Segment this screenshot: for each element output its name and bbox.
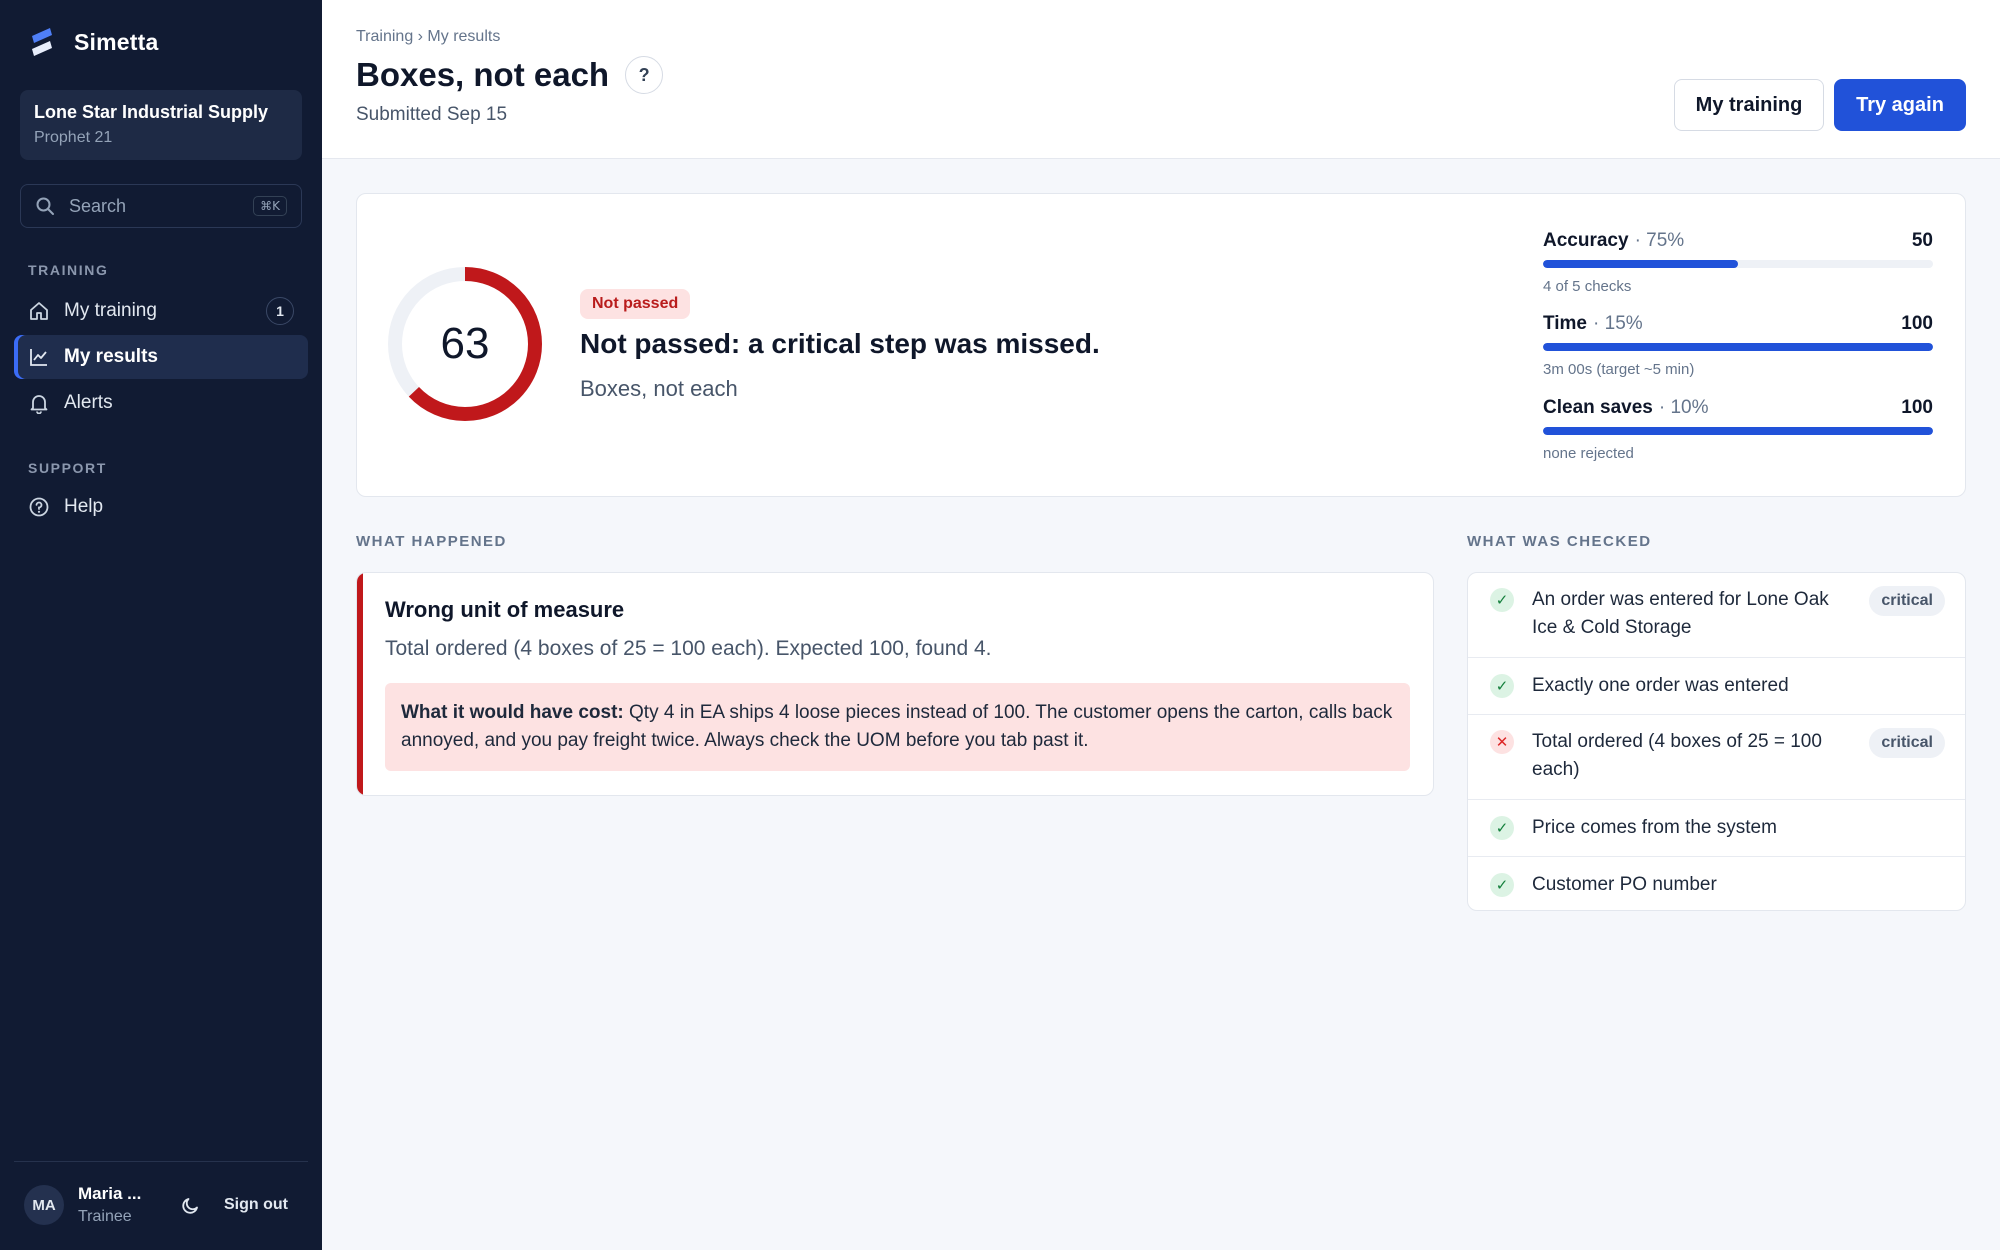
sidebar: Simetta Lone Star Industrial Supply Prop… bbox=[0, 0, 322, 1250]
metric-time: Time · 15% 100 3m 00s (target ~5 min) bbox=[1543, 313, 1933, 378]
brand[interactable]: Simetta bbox=[28, 26, 158, 58]
check-icon: ✓ bbox=[1490, 674, 1514, 698]
sidebar-item-label: Help bbox=[64, 496, 104, 517]
list-item: ✓ Exactly one order was entered bbox=[1468, 658, 1965, 715]
avatar[interactable]: MA bbox=[24, 1185, 64, 1225]
metric-note: none rejected bbox=[1543, 445, 1634, 462]
issue-title: Wrong unit of measure bbox=[385, 597, 625, 622]
critical-badge: critical bbox=[1869, 728, 1945, 758]
search-placeholder: Search bbox=[69, 195, 127, 216]
score-card: 63 Not passed Not passed: a critical ste… bbox=[356, 193, 1966, 497]
user-role: Trainee bbox=[78, 1208, 132, 1225]
help-circle-icon bbox=[29, 497, 49, 517]
issue-description: Total ordered (4 boxes of 25 = 100 each)… bbox=[385, 637, 992, 660]
metric-bar bbox=[1543, 427, 1933, 435]
search-icon bbox=[36, 197, 54, 215]
issue-card: Wrong unit of measure Total ordered (4 b… bbox=[356, 572, 1434, 796]
help-button[interactable]: ? bbox=[625, 56, 664, 94]
x-icon: ✕ bbox=[1490, 730, 1514, 754]
check-text: Total ordered (4 boxes of 25 = 100 each) bbox=[1532, 731, 1822, 780]
checks-list: ✓ An order was entered for Lone Oak Ice … bbox=[1467, 572, 1966, 911]
org-name: Lone Star Industrial Supply bbox=[34, 102, 269, 122]
search-shortcut: ⌘K bbox=[253, 196, 287, 216]
check-icon: ✓ bbox=[1490, 816, 1514, 840]
brand-name: Simetta bbox=[74, 28, 159, 55]
score-value: 63 bbox=[440, 319, 490, 368]
status-badge: Not passed bbox=[580, 289, 691, 319]
check-icon: ✓ bbox=[1490, 873, 1514, 897]
metric-note: 3m 00s (target ~5 min) bbox=[1543, 361, 1695, 378]
check-text: Customer PO number bbox=[1532, 874, 1717, 895]
sidebar-item-label: Alerts bbox=[64, 392, 113, 413]
metric-note: 4 of 5 checks bbox=[1543, 278, 1632, 295]
simetta-logo-icon bbox=[32, 28, 52, 56]
sidebar-item-help[interactable]: Help bbox=[14, 485, 308, 529]
metric-clean-saves: Clean saves · 10% 100 none rejected bbox=[1543, 397, 1933, 462]
check-text: Price comes from the system bbox=[1532, 817, 1777, 838]
sidebar-item-my-results[interactable]: My results bbox=[14, 335, 308, 379]
home-icon bbox=[30, 302, 48, 320]
metric-score: 100 bbox=[1901, 313, 1933, 334]
result-headline: Not passed: a critical step was missed. bbox=[580, 328, 1100, 359]
metric-weight: · 10% bbox=[1658, 397, 1709, 418]
user-name: Maria ... bbox=[78, 1184, 142, 1203]
metric-name: Clean saves bbox=[1543, 397, 1653, 418]
nav-section-support: SUPPORT bbox=[28, 460, 107, 476]
page-header: Training › My results Boxes, not each ? … bbox=[322, 0, 2000, 159]
metric-bar bbox=[1543, 343, 1933, 351]
page-title: Boxes, not each bbox=[356, 56, 610, 93]
org-system: Prophet 21 bbox=[34, 129, 113, 146]
metric-score: 50 bbox=[1911, 230, 1933, 251]
what-was-checked-label: WHAT WAS CHECKED bbox=[1467, 533, 1652, 550]
bell-icon bbox=[30, 395, 48, 414]
nav-section-training: TRAINING bbox=[28, 262, 109, 278]
check-text: Exactly one order was entered bbox=[1532, 675, 1789, 696]
sidebar-divider bbox=[14, 1161, 308, 1162]
check-icon: ✓ bbox=[1490, 588, 1514, 612]
cost-callout: What it would have cost: Qty 4 in EA shi… bbox=[385, 683, 1410, 771]
sidebar-item-label: My results bbox=[64, 346, 158, 367]
search-input[interactable]: Search ⌘K bbox=[20, 184, 302, 228]
org-switcher[interactable]: Lone Star Industrial Supply Prophet 21 bbox=[20, 90, 302, 160]
sidebar-item-my-training[interactable]: My training 1 bbox=[14, 289, 308, 333]
metric-bar-fill bbox=[1543, 427, 1933, 435]
metric-score: 100 bbox=[1901, 397, 1933, 418]
metric-bar-fill bbox=[1543, 260, 1738, 268]
my-training-button[interactable]: My training bbox=[1674, 79, 1824, 131]
list-item: ✓ An order was entered for Lone Oak Ice … bbox=[1468, 573, 1965, 658]
sidebar-item-label: My training bbox=[64, 300, 157, 321]
what-happened-label: WHAT HAPPENED bbox=[356, 533, 507, 550]
chart-line-icon bbox=[30, 349, 47, 366]
list-item: ✓ Price comes from the system bbox=[1468, 800, 1965, 857]
issue-accent bbox=[357, 573, 363, 795]
metric-bar-fill bbox=[1543, 343, 1933, 351]
title-row: Boxes, not each ? bbox=[356, 56, 664, 94]
metric-weight: · 15% bbox=[1593, 313, 1643, 334]
metric-name: Accuracy bbox=[1543, 230, 1629, 251]
metric-accuracy: Accuracy · 75% 50 4 of 5 checks bbox=[1543, 230, 1933, 295]
user-meta: Maria ... Trainee bbox=[78, 1184, 158, 1226]
moon-icon[interactable] bbox=[180, 1194, 202, 1216]
list-item: ✓ Customer PO number bbox=[1468, 857, 1965, 910]
check-text: An order was entered for Lone Oak Ice & … bbox=[1532, 589, 1829, 638]
sign-out-button[interactable]: Sign out bbox=[224, 1196, 288, 1214]
metric-weight: · 75% bbox=[1634, 230, 1685, 251]
scenario-name: Boxes, not each bbox=[580, 376, 738, 401]
metric-bar bbox=[1543, 260, 1933, 268]
breadcrumb[interactable]: Training › My results bbox=[356, 28, 500, 46]
submitted-date: Submitted Sep 15 bbox=[356, 104, 508, 125]
user-panel: MA Maria ... Trainee Sign out bbox=[24, 1180, 304, 1230]
try-again-button[interactable]: Try again bbox=[1834, 79, 1966, 131]
cost-label: What it would have cost: bbox=[401, 702, 624, 723]
sidebar-item-alerts[interactable]: Alerts bbox=[14, 381, 308, 425]
list-item: ✕ Total ordered (4 boxes of 25 = 100 eac… bbox=[1468, 715, 1965, 800]
count-badge: 1 bbox=[266, 297, 294, 325]
metric-name: Time bbox=[1543, 313, 1588, 334]
critical-badge: critical bbox=[1869, 586, 1945, 616]
